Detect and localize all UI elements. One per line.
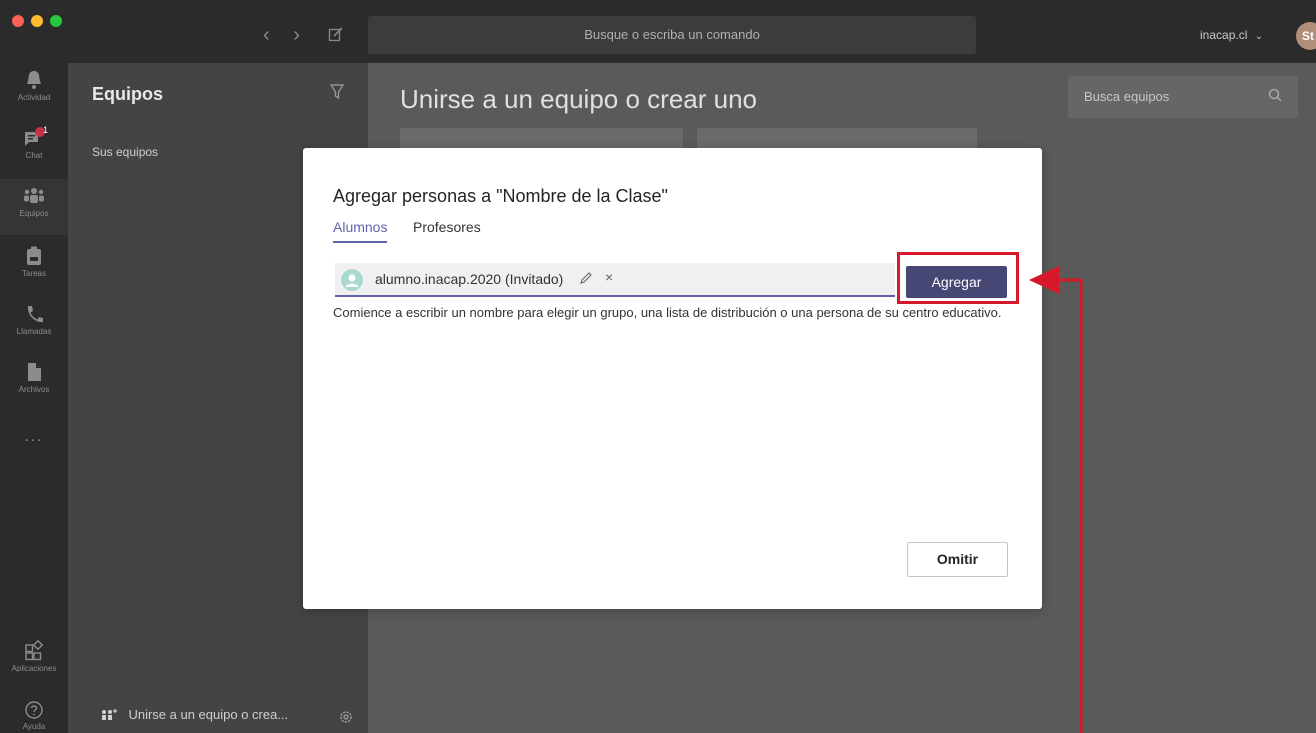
chevron-down-icon: ⌄ — [1254, 31, 1264, 42]
bell-icon — [27, 71, 41, 89]
rail-label: Tareas — [21, 269, 46, 278]
rail-item-chat[interactable]: Chat — [0, 121, 68, 177]
close-window-button[interactable] — [12, 15, 24, 27]
rail-item-llamadas[interactable]: Llamadas — [0, 297, 68, 353]
rail-label: Ayuda — [22, 722, 46, 731]
search-icon[interactable] — [1268, 88, 1282, 102]
add-team-icon — [102, 708, 117, 720]
maximize-window-button[interactable] — [50, 15, 62, 27]
rail-item-actividad[interactable]: Actividad — [0, 63, 68, 119]
more-icon: ... — [24, 428, 44, 445]
tab-profesores[interactable]: Profesores — [413, 219, 481, 235]
tenant-switcher[interactable]: inacap.cl ⌄ — [1200, 27, 1263, 45]
join-code-card[interactable] — [697, 128, 977, 150]
chip-remove-icon[interactable]: × — [605, 269, 613, 285]
history-nav: ‹ › — [255, 22, 365, 48]
files-icon — [28, 363, 41, 381]
rail-label: Actividad — [17, 93, 51, 102]
tab-alumnos[interactable]: Alumnos — [333, 219, 388, 243]
join-create-team-link[interactable]: Unirse a un equipo o crea... — [100, 706, 288, 726]
teams-panel-title: Equipos — [92, 84, 163, 104]
filter-icon[interactable] — [330, 84, 344, 100]
assignments-icon — [27, 246, 41, 265]
create-team-card[interactable] — [400, 128, 683, 150]
minimize-window-button[interactable] — [31, 15, 43, 27]
rail-label: Aplicaciones — [11, 664, 57, 673]
chat-icon — [25, 127, 45, 146]
rail-item-tareas[interactable]: Tareas — [0, 239, 68, 295]
rail-label: Equipos — [19, 209, 49, 218]
person-icon — [345, 274, 359, 287]
rail-item-ayuda[interactable]: Ayuda — [0, 694, 68, 733]
annotation-arrow — [1029, 266, 1083, 733]
your-teams-section-label: Sus equipos — [92, 145, 159, 159]
help-icon — [25, 701, 43, 719]
highlight-box — [897, 252, 1019, 304]
rail-label: Llamadas — [16, 327, 52, 336]
rail-item-more[interactable]: ... — [0, 428, 68, 458]
rail-label: Chat — [25, 151, 43, 160]
apps-icon — [25, 640, 44, 661]
people-picker-input[interactable]: alumno.inacap.2020 (Invitado) × — [335, 263, 895, 297]
chip-avatar — [341, 269, 363, 291]
helper-text: Comience a escribir un nombre para elegi… — [333, 305, 1002, 320]
phone-icon — [27, 306, 43, 323]
join-create-team-label: Unirse a un equipo o crea... — [128, 707, 289, 723]
rail-item-archivos[interactable]: Archivos — [0, 355, 68, 411]
rail-label: Archivos — [18, 385, 50, 394]
rail-item-aplicaciones[interactable]: Aplicaciones — [0, 634, 68, 690]
rail-item-equipos[interactable]: Equipos — [0, 179, 68, 235]
gear-icon[interactable] — [338, 709, 354, 725]
teams-icon — [24, 188, 44, 203]
command-search-input[interactable]: Busque o escriba un comando — [368, 16, 976, 54]
compose-icon[interactable] — [328, 26, 344, 42]
pencil-icon[interactable] — [579, 271, 593, 285]
forward-button[interactable]: › — [293, 24, 300, 46]
team-search-input[interactable]: Busca equipos — [1068, 76, 1298, 118]
chat-badge: 1 — [43, 125, 49, 135]
profile-avatar[interactable]: St — [1296, 22, 1316, 50]
title-bar: ‹ › Busque o escriba un comando inacap.c… — [0, 0, 1316, 63]
add-people-dialog: Agregar personas a "Nombre de la Clase" … — [303, 148, 1042, 609]
back-button[interactable]: ‹ — [263, 24, 270, 46]
page-title: Unirse a un equipo o crear uno — [400, 84, 758, 114]
chip-label: alumno.inacap.2020 (Invitado) — [375, 271, 564, 287]
dialog-title: Agregar personas a "Nombre de la Clase" — [333, 186, 668, 206]
tenant-label: inacap.cl — [1200, 28, 1248, 42]
skip-button[interactable]: Omitir — [907, 542, 1008, 577]
